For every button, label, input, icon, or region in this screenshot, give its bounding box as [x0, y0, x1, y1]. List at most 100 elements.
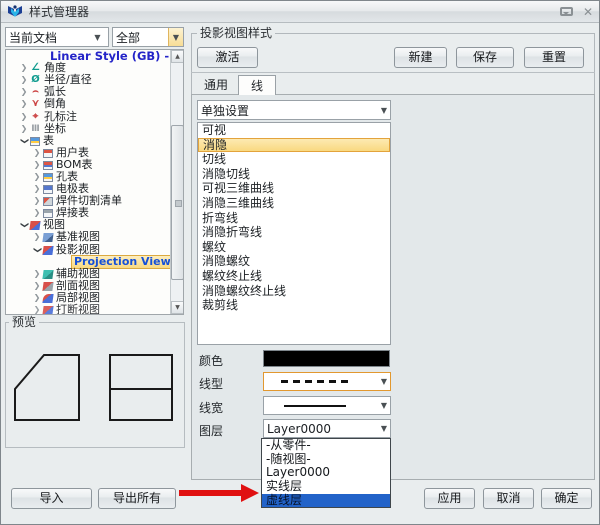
line-list-item[interactable]: 切线: [198, 152, 390, 167]
chevron-down-icon[interactable]: ▼: [90, 28, 105, 46]
reset-button[interactable]: 重置: [524, 47, 584, 68]
tab-general[interactable]: 通用: [194, 77, 238, 94]
layer-dropdown-item[interactable]: 实线层: [262, 480, 390, 494]
chevron-down-icon[interactable]: ▼: [381, 424, 387, 433]
expand-chevron-icon[interactable]: [19, 98, 29, 110]
tree-item-icon: [42, 294, 53, 303]
line-list-item-label: 可视: [202, 123, 226, 137]
expand-chevron-icon[interactable]: [32, 159, 42, 171]
scroll-down-icon[interactable]: ▼: [171, 301, 184, 314]
scrollbar-thumb[interactable]: [171, 125, 184, 280]
tree-item[interactable]: 基准视图: [6, 231, 170, 243]
apply-button[interactable]: 应用: [424, 488, 475, 509]
expand-chevron-icon[interactable]: [32, 231, 42, 243]
tree-item[interactable]: 弧长: [6, 86, 170, 98]
line-list-item-label: 切线: [202, 152, 226, 166]
expand-chevron-icon[interactable]: [32, 244, 42, 256]
line-list-item[interactable]: 折弯线: [198, 211, 390, 226]
line-list-item[interactable]: 消隐折弯线: [198, 225, 390, 240]
line-list-item[interactable]: 消隐: [198, 138, 390, 153]
line-list-item[interactable]: 消隐三维曲线: [198, 196, 390, 211]
layer-dropdown-item[interactable]: -随视图-: [262, 453, 390, 467]
expand-chevron-icon[interactable]: [32, 304, 42, 314]
lineweight-label: 线宽: [199, 399, 223, 416]
tree-item[interactable]: Projection View Styl...: [6, 256, 170, 268]
chevron-down-icon[interactable]: ▼: [381, 401, 387, 410]
chevron-down-icon[interactable]: ▼: [168, 28, 183, 46]
help-balloon-icon[interactable]: [560, 7, 573, 16]
expand-chevron-icon[interactable]: [32, 268, 42, 280]
tree-scrollbar[interactable]: ▲ ▼: [170, 50, 183, 314]
tree-item[interactable]: 半径/直径: [6, 74, 170, 86]
title-bar[interactable]: 样式管理器 ✕: [1, 1, 599, 23]
color-swatch[interactable]: [263, 350, 390, 367]
tree-item-label: 孔标注: [44, 111, 77, 123]
export-all-button[interactable]: 导出所有: [98, 488, 176, 509]
line-list-item[interactable]: 消隐螺纹: [198, 254, 390, 269]
line-list-item[interactable]: 螺纹: [198, 240, 390, 255]
tree-item[interactable]: 焊接表: [6, 207, 170, 219]
tree-item-icon: [42, 270, 53, 279]
new-button[interactable]: 新建: [394, 47, 447, 68]
expand-chevron-icon[interactable]: [19, 62, 29, 74]
expand-chevron-icon[interactable]: [19, 86, 29, 98]
expand-chevron-icon[interactable]: [32, 195, 42, 207]
tree-item[interactable]: BOM表: [6, 159, 170, 171]
tree-item-label: 辅助视图: [56, 268, 100, 280]
expand-chevron-icon[interactable]: [19, 219, 29, 231]
ok-button[interactable]: 确定: [541, 488, 592, 509]
expand-chevron-icon[interactable]: [19, 111, 29, 123]
line-list-item[interactable]: 消隐螺纹终止线: [198, 284, 390, 299]
line-list-item[interactable]: 裁剪线: [198, 298, 390, 313]
tree-item[interactable]: 辅助视图: [6, 268, 170, 280]
tree-item-icon: [42, 282, 53, 291]
mode-combobox[interactable]: 单独设置 ▼: [197, 100, 391, 120]
tree-list: Linear Style (GB) - 激活 角度 半径/直径 弧长: [6, 50, 170, 314]
chevron-down-icon[interactable]: ▼: [381, 377, 387, 386]
expand-chevron-icon[interactable]: [32, 183, 42, 195]
expand-chevron-icon[interactable]: [32, 171, 42, 183]
activate-button[interactable]: 激活: [197, 47, 258, 68]
save-button[interactable]: 保存: [456, 47, 514, 68]
style-tree: Linear Style (GB) - 激活 角度 半径/直径 弧长: [5, 49, 184, 315]
chevron-down-icon[interactable]: ▼: [381, 106, 387, 115]
line-list-item[interactable]: 可视: [198, 123, 390, 138]
expand-chevron-icon[interactable]: [19, 135, 29, 147]
layer-dropdown-item[interactable]: 虚线层: [262, 494, 390, 508]
document-filter-combobox[interactable]: 当前文档 ▼: [5, 27, 109, 47]
tree-item[interactable]: 孔标注: [6, 110, 170, 122]
expand-chevron-icon[interactable]: [32, 292, 42, 304]
layer-dropdown-item[interactable]: -从零件-: [262, 439, 390, 453]
tree-item-label: 表: [43, 135, 54, 147]
layer-dropdown-item[interactable]: Layer0000: [262, 466, 390, 480]
tree-item[interactable]: 表: [6, 135, 170, 147]
type-filter-combobox[interactable]: 全部 ▼: [112, 27, 184, 47]
lineweight-combobox[interactable]: ▼: [263, 396, 391, 415]
tabs-divider: [191, 72, 595, 73]
expand-chevron-icon[interactable]: [32, 207, 42, 219]
tree-item[interactable]: 坐标: [6, 123, 170, 135]
close-icon[interactable]: ✕: [583, 6, 593, 18]
line-list-item[interactable]: 可视三维曲线: [198, 181, 390, 196]
layer-combobox[interactable]: Layer0000 ▼: [263, 419, 391, 438]
scroll-up-icon[interactable]: ▲: [171, 50, 184, 63]
linetype-combobox[interactable]: ▼: [263, 372, 391, 391]
line-list-item[interactable]: 消隐切线: [198, 167, 390, 182]
tree-item[interactable]: 倒角: [6, 98, 170, 110]
dashed-line-preview: [281, 380, 353, 383]
line-list-item[interactable]: 螺纹终止线: [198, 269, 390, 284]
import-button[interactable]: 导入: [11, 488, 92, 509]
tree-item[interactable]: 打断视图: [6, 304, 170, 314]
expand-chevron-icon[interactable]: [32, 147, 42, 159]
expand-chevron-icon[interactable]: [32, 280, 42, 292]
expand-chevron-icon[interactable]: [19, 123, 29, 135]
tab-line[interactable]: 线: [238, 75, 276, 95]
layer-dropdown-item-label: 实线层: [266, 479, 302, 493]
expand-chevron-icon[interactable]: [19, 74, 29, 86]
tree-item-icon: [29, 221, 40, 230]
layer-label: 图层: [199, 422, 223, 439]
tree-item-icon: [30, 112, 41, 122]
tree-header-row[interactable]: Linear Style (GB) - 激活: [6, 50, 170, 62]
cancel-button[interactable]: 取消: [483, 488, 534, 509]
tree-item-label: 基准视图: [56, 231, 100, 243]
